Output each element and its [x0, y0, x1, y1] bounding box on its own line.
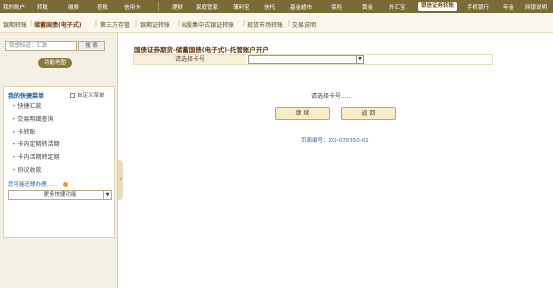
topnav-item-inquiry[interactable]: 查账 — [97, 3, 108, 11]
select-card-hint: 请选择卡号...... — [311, 93, 353, 100]
search-input[interactable]: 我想知道：汇款 — [5, 41, 77, 51]
subnav-item-bank-securities-transfer[interactable]: 银期证转账 — [140, 20, 170, 29]
subnav-separator: | — [135, 20, 138, 27]
back-button[interactable]: 返 回 — [341, 107, 396, 120]
custom-menu-toggle[interactable]: 自定义菜单 — [70, 91, 105, 99]
quick-menu-item[interactable]: 快捷汇款 — [12, 101, 60, 114]
sidebar-search: 我想知道：汇款 搜 索 — [5, 41, 105, 51]
search-button[interactable]: 搜 索 — [78, 41, 105, 51]
subnav-item-futures-transfer[interactable]: 银期转账 — [3, 20, 27, 29]
suggestion-link[interactable]: 您可能还想办理...... — [8, 180, 68, 188]
custom-menu-label: 自定义菜单 — [77, 93, 105, 99]
topnav-item-my-account[interactable]: 我的账户 — [3, 3, 25, 11]
subnav-separator: | — [288, 20, 291, 27]
topnav-item-forex[interactable]: 外汇宝 — [389, 3, 406, 11]
quick-menu-panel: 我的快捷菜单 自定义菜单 快捷汇款 交易明细查询 卡转账 卡内定期转活期 卡内活… — [3, 86, 115, 238]
topnav-item-wealth[interactable]: 理财 — [172, 3, 183, 11]
more-functions-label: 更多快捷功能 — [43, 192, 77, 198]
subnav-item-spot-market-transfer[interactable]: 现货市场转账 — [247, 20, 283, 29]
subnav-separator: | — [243, 20, 246, 27]
quick-menu-item[interactable]: 卡内定期转活期 — [12, 139, 60, 152]
quick-menu-list: 快捷汇款 交易明细查询 卡转账 卡内定期转活期 卡内活期转定期 协议收款 — [12, 101, 60, 178]
topnav-item-credit-card[interactable]: 信用卡 — [124, 3, 141, 11]
topnav-item-mobile-banking[interactable]: 手机银行 — [467, 3, 489, 11]
card-number-select[interactable]: ▼ — [248, 55, 364, 64]
quick-menu-item[interactable]: 协议收款 — [12, 165, 60, 178]
subnav-item-third-party-custody[interactable]: 第三方存管 — [100, 20, 130, 29]
subnav-separator: | — [95, 20, 98, 27]
quick-menu-title: 我的快捷菜单 — [8, 93, 45, 100]
topnav-item-annuity[interactable]: 年金 — [503, 3, 514, 11]
topnav-item-securities-transfer[interactable]: 银信证券转账 — [418, 2, 458, 11]
sub-nav: 银期转账 | 储蓄国债(电子式) | 第三方存管 | 银期证转账 | B股集中式… — [0, 13, 553, 33]
quick-menu-item[interactable]: 卡内活期转定期 — [12, 152, 60, 165]
topnav-divider — [158, 2, 159, 11]
suggestion-text: 您可能还想办理...... — [8, 182, 57, 188]
quick-menu-item[interactable]: 卡转账 — [12, 127, 60, 140]
topnav-item-transfer[interactable]: 转账 — [37, 3, 48, 11]
topnav-item-bolibao[interactable]: 薄利宝 — [233, 3, 250, 11]
topnav-item-trust[interactable]: 信托 — [264, 3, 275, 11]
chevron-left-icon: ‹ — [119, 176, 122, 183]
topnav-item-help[interactable]: 网银说明 — [525, 3, 547, 11]
sidebar: 我想知道：汇款 搜 索 功能地图 我的快捷菜单 自定义菜单 快捷汇款 交易明细查… — [0, 33, 118, 288]
quick-menu-item[interactable]: 交易明细查询 — [12, 114, 60, 127]
page-code: 页面编号：ZQ-070350-01 — [301, 138, 369, 144]
topnav-item-insurance[interactable]: 保险 — [331, 3, 342, 11]
card-select-row: 请选择卡号 ▼ — [133, 54, 493, 65]
subnav-separator: | — [30, 20, 33, 27]
topnav-item-fund-market[interactable]: 基金超市 — [290, 3, 312, 11]
card-select-label: 请选择卡号 — [134, 55, 246, 64]
subnav-item-savings-bond[interactable]: 储蓄国债(电子式) — [34, 20, 82, 29]
checkbox-icon[interactable] — [70, 93, 75, 98]
top-nav: 我的账户 转账 缴费 查账 信用卡 理财 家庭管家 薄利宝 信托 基金超市 保险… — [0, 0, 553, 13]
subnav-item-b-share-transfer[interactable]: B股集中式银证转账 — [182, 20, 234, 29]
chevron-down-icon: ▼ — [103, 191, 111, 199]
more-functions-select[interactable]: 更多快捷功能 ▼ — [8, 190, 112, 200]
topnav-item-family-manager[interactable]: 家庭管家 — [196, 3, 218, 11]
subnav-separator: | — [178, 20, 181, 27]
subnav-item-trading-guide[interactable]: 交易说明 — [292, 20, 316, 29]
continue-button[interactable]: 继 续 — [275, 107, 330, 120]
page-title: 国债证券期货-储蓄国债(电子式)-托管账户开户 — [134, 46, 269, 54]
main-content: 国债证券期货-储蓄国债(电子式)-托管账户开户 请选择卡号 ▼ 请选择卡号...… — [123, 33, 553, 288]
suggestion-icon — [63, 182, 68, 187]
topnav-item-gold[interactable]: 黄金 — [362, 3, 373, 11]
function-map-button[interactable]: 功能地图 — [38, 58, 72, 68]
topnav-item-payment[interactable]: 缴费 — [68, 3, 79, 11]
chevron-down-icon: ▼ — [356, 56, 363, 63]
